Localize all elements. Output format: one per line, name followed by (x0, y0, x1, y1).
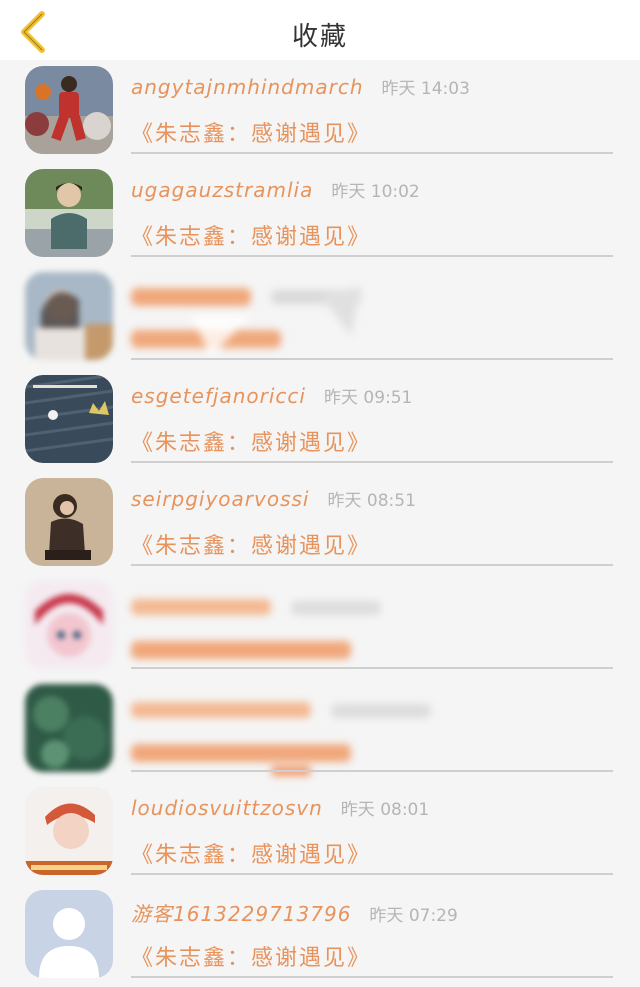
top-bar: 收藏 (0, 0, 640, 60)
item-title: 《朱志鑫：感谢遇见》 (131, 843, 372, 868)
divider (131, 152, 613, 154)
girl-sand-avatar[interactable] (25, 478, 113, 566)
list-item[interactable]: ugagauzstramlia 昨天 10:02 《朱志鑫：感谢遇见》 (0, 163, 640, 266)
list-item[interactable] (0, 575, 640, 678)
default-user-avatar[interactable] (25, 890, 113, 978)
divider (131, 873, 613, 875)
item-title: 《朱志鑫：感谢遇见》 (131, 225, 372, 250)
list-item[interactable]: 游客1613229713796 昨天 07:29 《朱志鑫：感谢遇见》 (0, 884, 640, 987)
username: loudiosvuittzosvn 昨天 08:01 (131, 796, 430, 820)
username: ugagauzstramlia 昨天 10:02 (131, 178, 420, 202)
girl-photo-avatar[interactable] (25, 272, 113, 360)
list-item[interactable] (0, 266, 640, 369)
timestamp: 昨天 14:03 (381, 79, 470, 99)
anime-girl-avatar[interactable] (25, 581, 113, 669)
list-item[interactable]: angytajnmhindmarch 昨天 14:03 《朱志鑫：感谢遇见》 (0, 60, 640, 163)
boy-photo-avatar[interactable] (25, 169, 113, 257)
divider (131, 461, 613, 463)
username: angytajnmhindmarch 昨天 14:03 (131, 75, 470, 99)
favorites-list: angytajnmhindmarch 昨天 14:03 《朱志鑫：感谢遇见》 ug… (0, 60, 640, 987)
divider (131, 667, 613, 669)
divider (131, 976, 613, 978)
item-title: 《朱志鑫：感谢遇见》 (131, 122, 372, 147)
timestamp: 昨天 08:01 (340, 800, 430, 820)
list-item[interactable]: esgetefjanoricci 昨天 09:51 《朱志鑫：感谢遇见》 (0, 369, 640, 472)
leaves-avatar[interactable] (25, 684, 113, 772)
sweater-crown-avatar[interactable] (25, 375, 113, 463)
item-title: 《朱志鑫：感谢遇见》 (131, 431, 372, 456)
timestamp: 昨天 08:51 (327, 491, 416, 511)
item-title: 《朱志鑫：感谢遇见》 (131, 946, 372, 971)
list-item[interactable] (0, 678, 640, 781)
item-title: 《朱志鑫：感谢遇见》 (131, 534, 372, 559)
username: seirpgiyoarvossi 昨天 08:51 (131, 487, 416, 511)
divider (131, 770, 613, 772)
page-title: 收藏 (291, 22, 348, 52)
divider (131, 358, 613, 360)
timestamp: 昨天 07:29 (369, 906, 458, 926)
divider (131, 255, 613, 257)
boy-red-hair-avatar[interactable] (25, 787, 113, 875)
timestamp: 昨天 10:02 (331, 182, 420, 202)
timestamp: 昨天 09:51 (323, 388, 413, 408)
username: 游客1613229713796 昨天 07:29 (131, 902, 458, 926)
list-item[interactable]: loudiosvuittzosvn 昨天 08:01 《朱志鑫：感谢遇见》 (0, 781, 640, 884)
basketball-player-avatar[interactable] (25, 66, 113, 154)
username: esgetefjanoricci 昨天 09:51 (131, 384, 413, 408)
divider (131, 564, 613, 566)
list-item[interactable]: seirpgiyoarvossi 昨天 08:51 《朱志鑫：感谢遇见》 (0, 472, 640, 575)
